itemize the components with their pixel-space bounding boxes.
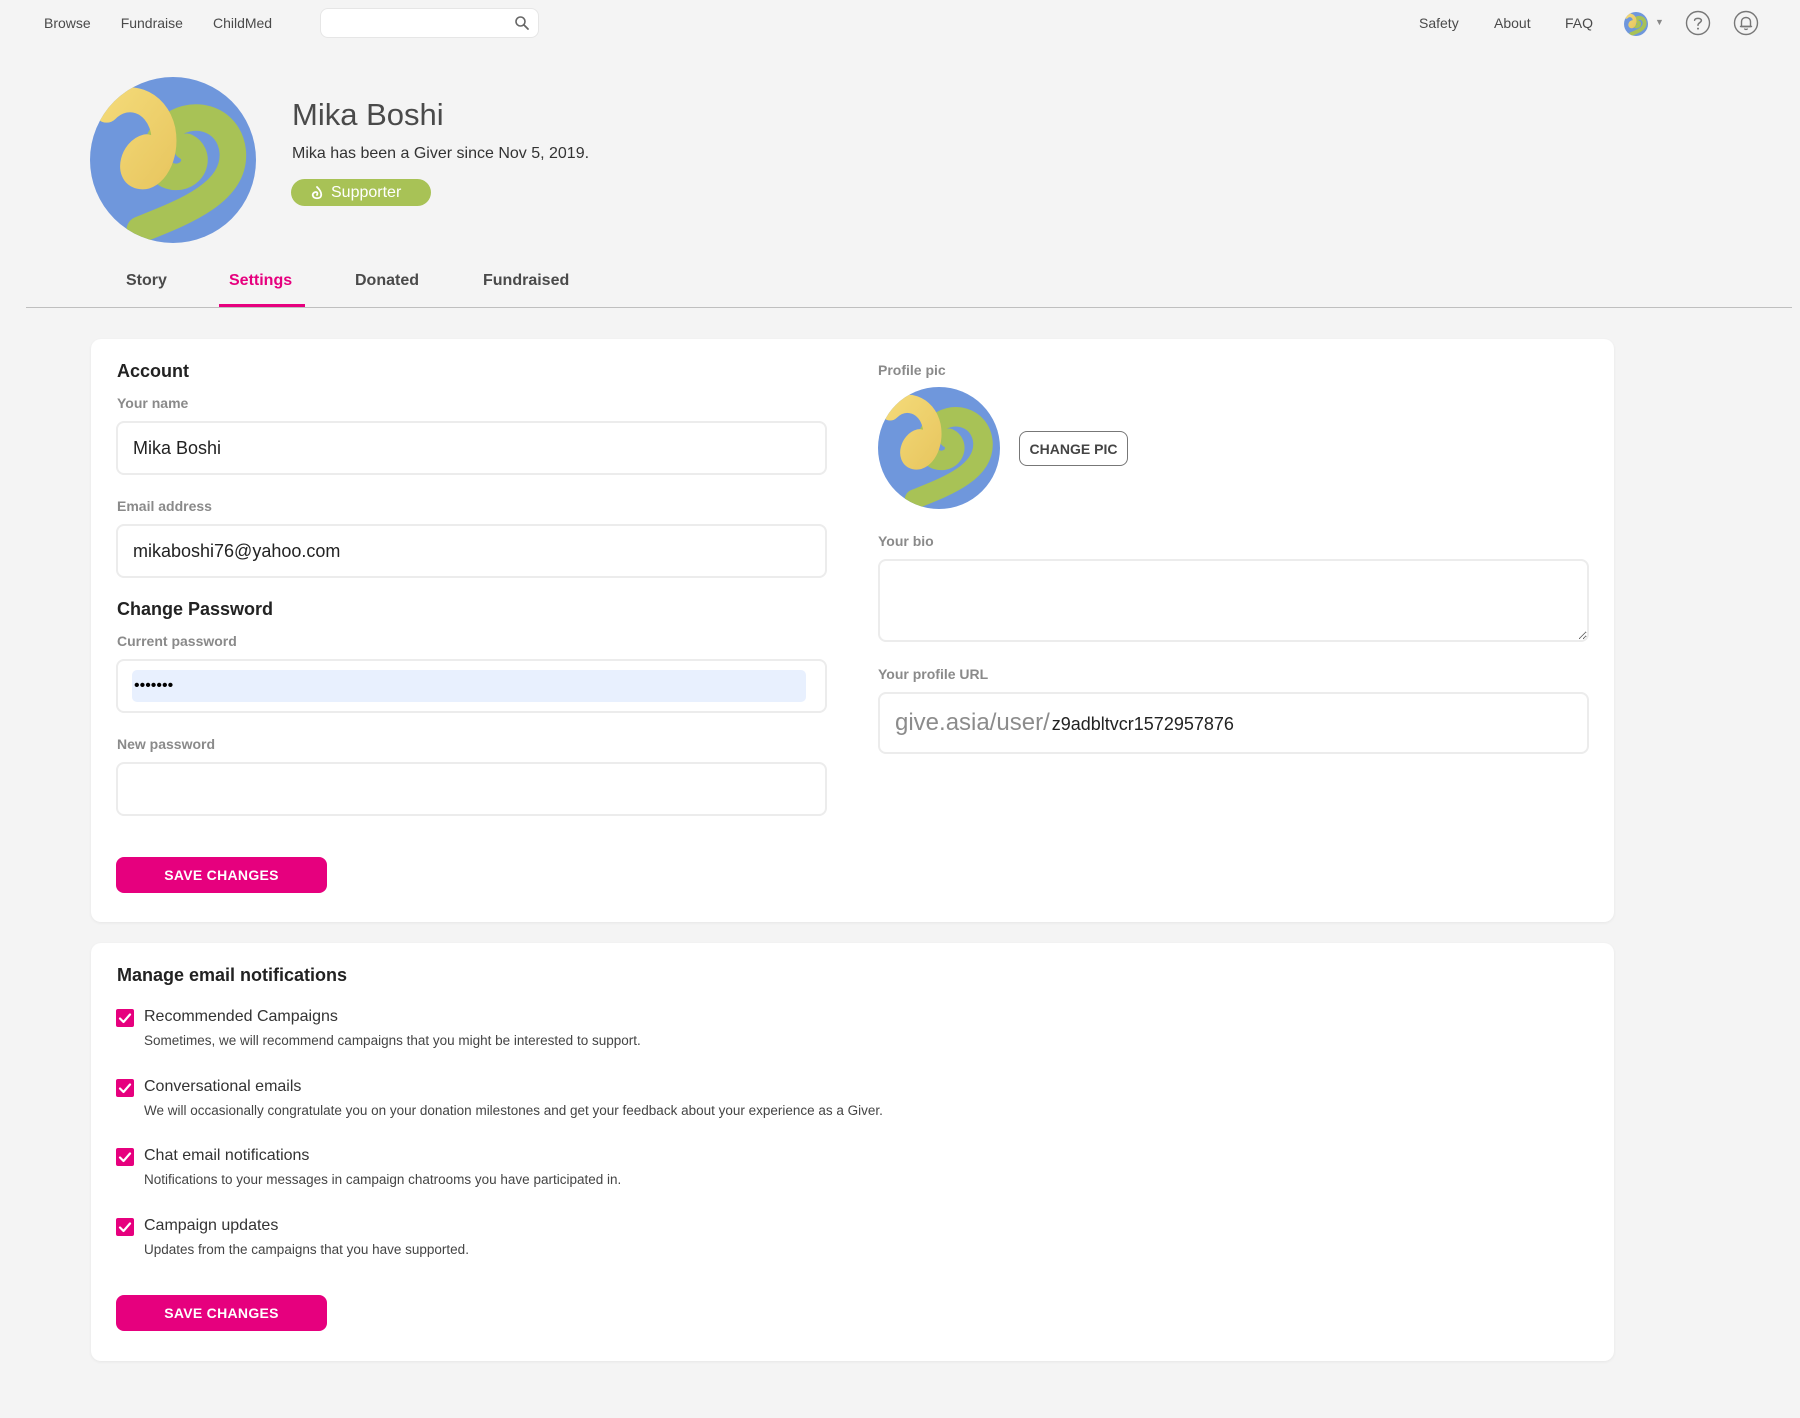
current-password-label: Current password [117, 633, 237, 649]
profile-name: Mika Boshi [292, 97, 444, 132]
profile-url-label: Your profile URL [878, 666, 989, 682]
nav-fundraise-link[interactable]: Fundraise [121, 15, 183, 31]
tab-donated[interactable]: Donated [355, 272, 419, 290]
badge-label: Supporter [331, 183, 402, 201]
email-field[interactable] [116, 524, 827, 578]
account-settings-card: Account Your name Email address Change P… [91, 339, 1614, 922]
search-input[interactable] [321, 9, 501, 37]
chat-email-notifications-checkbox[interactable] [116, 1148, 134, 1166]
current-password-field[interactable] [132, 670, 806, 702]
email-notifications-card: Manage email notifications Recommended C… [91, 943, 1614, 1361]
nav-left-group: Browse Fundraise ChildMed [44, 0, 272, 46]
nav-safety-link[interactable]: Safety [1419, 15, 1459, 31]
notification-description: Notifications to your messages in campai… [144, 1172, 622, 1187]
change-password-heading: Change Password [117, 599, 274, 619]
tab-settings[interactable]: Settings [229, 272, 292, 290]
tab-story[interactable]: Story [126, 272, 167, 290]
search-box [320, 8, 539, 38]
save-changes-button[interactable]: SAVE CHANGES [116, 857, 327, 893]
current-password-wrapper [116, 659, 827, 713]
giver-since-text: Mika has been a Giver since Nov 5, 2019. [292, 145, 590, 162]
avatar-image [878, 387, 1000, 509]
checkmark-icon [118, 1083, 132, 1094]
url-value: z9adbltvcr1572957876 [1051, 713, 1234, 734]
supporter-badge: Supporter [291, 179, 431, 206]
tab-fundraised[interactable]: Fundraised [483, 272, 569, 290]
conversational-emails-checkbox[interactable] [116, 1079, 134, 1097]
new-password-field[interactable] [116, 762, 827, 816]
profile-pic-label: Profile pic [878, 362, 946, 378]
notification-title: Conversational emails [144, 1078, 302, 1095]
nav-about-link[interactable]: About [1494, 15, 1531, 31]
change-pic-button[interactable]: CHANGE PIC [1019, 431, 1128, 466]
notification-title: Campaign updates [144, 1217, 279, 1234]
notification-title: Chat email notifications [144, 1147, 310, 1164]
profile-url-field[interactable]: give.asia/user/ z9adbltvcr1572957876 [878, 692, 1589, 754]
nav-faq-link[interactable]: FAQ [1565, 15, 1593, 31]
user-menu-avatar[interactable] [1624, 12, 1648, 36]
checkmark-icon [118, 1013, 132, 1024]
notifications-heading: Manage email notifications [117, 965, 348, 985]
profile-tabs: Story Settings Donated Fundraised [26, 258, 1792, 308]
notification-description: Updates from the campaigns that you have… [144, 1242, 469, 1257]
profile-pic-preview [878, 387, 1000, 509]
active-tab-indicator [219, 304, 305, 307]
new-password-label: New password [117, 736, 216, 752]
checkmark-icon [118, 1222, 132, 1233]
caret-down-icon[interactable]: ▼ [1655, 17, 1664, 27]
url-prefix: give.asia/user/ [895, 709, 1050, 736]
avatar-image [1624, 12, 1648, 36]
notification-description: Sometimes, we will recommend campaigns t… [144, 1033, 641, 1048]
top-navigation: Browse Fundraise ChildMed Safety About F… [0, 0, 1800, 46]
notification-title: Recommended Campaigns [144, 1008, 338, 1025]
nav-browse-link[interactable]: Browse [44, 15, 91, 31]
search-icon[interactable] [514, 15, 530, 31]
name-field[interactable] [116, 421, 827, 475]
account-heading: Account [117, 361, 189, 381]
profile-avatar [90, 77, 256, 243]
notification-description: We will occasionally congratulate you on… [144, 1103, 883, 1118]
your-name-label: Your name [117, 395, 189, 411]
question-circle-icon[interactable] [1685, 10, 1711, 36]
nav-childmed-link[interactable]: ChildMed [213, 15, 272, 31]
email-label: Email address [117, 498, 212, 514]
bio-textarea[interactable] [878, 559, 1589, 642]
checkmark-icon [118, 1152, 132, 1163]
bell-icon[interactable] [1733, 10, 1759, 36]
droplet-icon [311, 185, 323, 199]
avatar-image [90, 77, 256, 243]
save-notifications-button[interactable]: SAVE CHANGES [116, 1295, 327, 1331]
campaign-updates-checkbox[interactable] [116, 1218, 134, 1236]
recommended-campaigns-checkbox[interactable] [116, 1009, 134, 1027]
bio-label: Your bio [878, 533, 934, 549]
